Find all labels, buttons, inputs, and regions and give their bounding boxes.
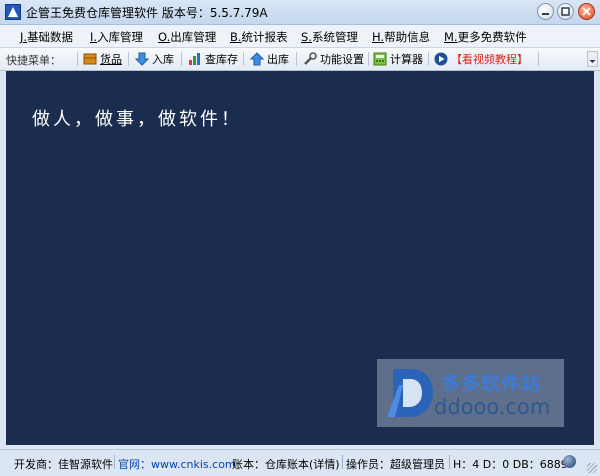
bar-chart-icon — [188, 52, 202, 66]
menu-reports[interactable]: B.统计报表 — [230, 29, 288, 45]
watermark: 多多软件站 ddooo.com — [377, 359, 564, 427]
toolbar-label: 快捷菜单： — [6, 54, 61, 67]
menu-bar: J.基础数据 I.入库管理 O.出库管理 B.统计报表 S.系统管理 H.帮助信… — [0, 25, 600, 47]
maximize-button[interactable] — [557, 3, 574, 20]
toolbar-overflow-button[interactable] — [587, 51, 598, 67]
globe-icon — [563, 455, 576, 468]
goods-icon — [83, 52, 97, 66]
arrow-down-icon — [134, 52, 150, 66]
toolbar-calculator-button[interactable]: 计算器 — [373, 51, 423, 67]
menu-more-software[interactable]: M.更多免费软件 — [444, 29, 527, 45]
status-separator — [449, 455, 450, 469]
toolbar-separator — [368, 52, 369, 66]
toolbar-inbound-button[interactable]: 入库 — [134, 51, 174, 67]
status-account[interactable]: 账本：仓库账本(详情) — [232, 456, 340, 472]
title-bar: 企管王免费仓库管理软件 版本号：5.5.7.79A — [0, 0, 600, 25]
status-website-link[interactable]: 官网：www.cnkis.com — [118, 456, 236, 472]
menu-help[interactable]: H.帮助信息 — [372, 29, 430, 45]
arrow-up-icon — [249, 52, 265, 66]
app-logo-icon — [5, 4, 21, 20]
minimize-button[interactable] — [537, 3, 554, 20]
ddooo-logo-icon — [385, 365, 435, 421]
toolbar-video-tutorial-button[interactable]: 【看视频教程】 — [434, 51, 528, 67]
status-developer: 开发商：佳智源软件 — [14, 458, 113, 471]
play-icon — [434, 52, 448, 66]
toolbar-stock-button[interactable]: 查库存 — [188, 51, 238, 67]
toolbar-outbound-button[interactable]: 出库 — [249, 51, 289, 67]
menu-inbound[interactable]: I.入库管理 — [90, 29, 143, 45]
toolbar-separator — [181, 52, 182, 66]
main-panel: 做人，做事，做软件！ 多多软件站 ddooo.com — [6, 71, 594, 445]
status-separator — [342, 455, 343, 469]
status-separator — [114, 455, 115, 469]
toolbar-settings-button[interactable]: 功能设置 — [303, 51, 364, 67]
calculator-icon — [373, 52, 387, 66]
toolbar-separator — [128, 52, 129, 66]
status-operator: 操作员：超级管理员 — [346, 458, 445, 471]
menu-basic-data[interactable]: J.基础数据 — [20, 29, 73, 45]
quick-toolbar: 快捷菜单： 货品 入库 查库存 出库 功能设置 计算器 【看视频教程】 — [0, 47, 600, 71]
tools-icon — [303, 52, 317, 66]
toolbar-separator — [296, 52, 297, 66]
status-bar: 开发商：佳智源软件 官网：www.cnkis.com 账本：仓库账本(详情) 操… — [0, 449, 600, 476]
watermark-cn-text: 多多软件站 — [441, 373, 542, 395]
close-button[interactable] — [578, 3, 595, 20]
toolbar-goods-button[interactable]: 货品 — [83, 51, 122, 67]
toolbar-separator — [538, 52, 539, 66]
toolbar-separator — [428, 52, 429, 66]
resize-grip[interactable] — [587, 463, 597, 473]
status-db-info: H：4 D：0 DB：6889 — [453, 458, 568, 471]
toolbar-separator — [243, 52, 244, 66]
window-title: 企管王免费仓库管理软件 版本号：5.5.7.79A — [26, 6, 268, 20]
slogan-text: 做人，做事，做软件！ — [32, 109, 242, 130]
menu-system[interactable]: S.系统管理 — [301, 29, 358, 45]
menu-outbound[interactable]: O.出库管理 — [158, 29, 216, 45]
watermark-en-text: ddooo.com — [434, 395, 551, 419]
toolbar-separator — [77, 52, 78, 66]
